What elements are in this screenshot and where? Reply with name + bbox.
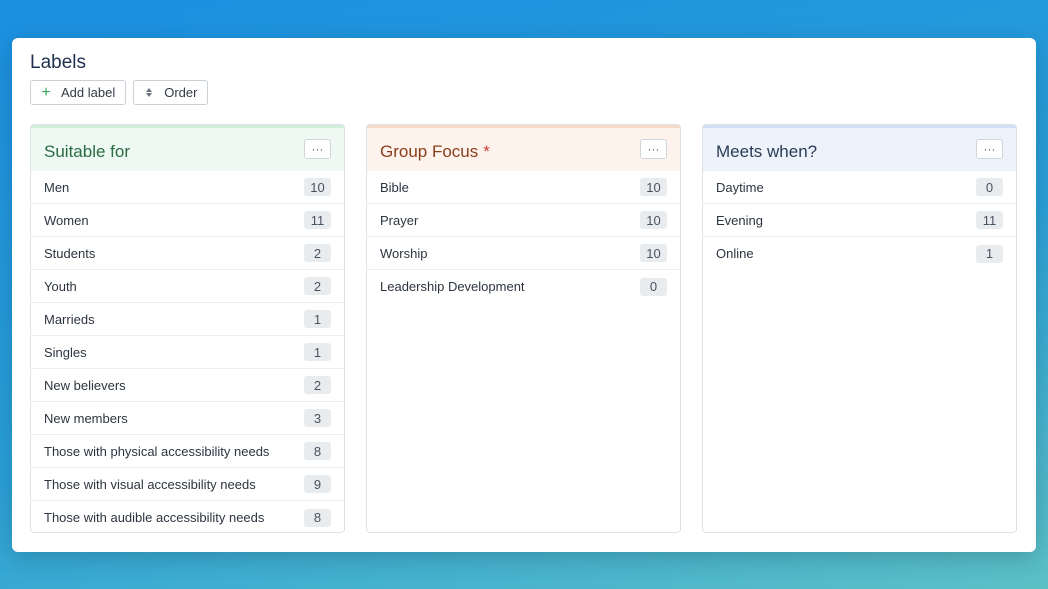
required-marker: *: [483, 142, 490, 161]
label-item-count-badge: 11: [304, 211, 331, 229]
label-item-name: Daytime: [716, 179, 764, 195]
more-horizontal-icon: ···: [647, 142, 660, 156]
label-item-name: Those with audible accessibility needs: [44, 510, 265, 525]
label-item[interactable]: Evening 11: [703, 204, 1016, 237]
label-item[interactable]: Singles 1: [31, 336, 344, 369]
label-group-title: Group Focus *: [380, 142, 490, 161]
more-horizontal-icon: ···: [983, 142, 996, 156]
toolbar: + Add label Order: [30, 80, 209, 105]
label-item[interactable]: Daytime 0: [703, 171, 1016, 204]
order-button[interactable]: Order: [133, 80, 209, 105]
label-group-meets-when: Meets when? ··· Daytime 0 Evening 11 Online 1: [702, 124, 1017, 533]
label-item[interactable]: Prayer 10: [367, 204, 680, 237]
label-item-count-badge: 8: [304, 442, 331, 460]
label-item-name: New believers: [44, 377, 126, 393]
label-item-name: Leadership Development: [380, 279, 525, 294]
label-item-name: Prayer: [380, 212, 419, 228]
label-item-count-badge: 3: [304, 409, 331, 427]
label-item-name: Those with physical accessibility needs: [44, 443, 270, 459]
order-button-label: Order: [164, 85, 198, 100]
label-item-count-badge: 11: [976, 211, 1003, 229]
label-list: Men 10 Women 11 Students 2 Youth 2 Marrieds 1 Sing…: [31, 171, 344, 532]
labels-panel: Labels + Add label Order Suitable for ··…: [12, 38, 1036, 552]
label-group-header: Group Focus * ···: [367, 125, 680, 171]
label-item-count-badge: 10: [304, 178, 331, 196]
label-group-title: Suitable for: [44, 142, 130, 161]
label-item[interactable]: Bible 10: [367, 171, 680, 204]
label-item-name: Students: [44, 245, 96, 261]
label-list: Bible 10 Prayer 10 Worship 10 Leadership Devel…: [367, 171, 680, 303]
label-group-header: Meets when? ···: [703, 125, 1016, 171]
add-label-button[interactable]: + Add label: [30, 80, 127, 105]
label-item[interactable]: New members 3: [31, 402, 344, 435]
label-item[interactable]: Youth 2: [31, 270, 344, 303]
label-item-count-badge: 10: [640, 211, 667, 229]
label-item-count-badge: 1: [304, 343, 331, 361]
label-item-count-badge: 10: [640, 178, 667, 196]
label-item-count-badge: 10: [640, 244, 667, 262]
label-item-name: Youth: [44, 278, 77, 294]
label-item-name: Those with visual accessibility needs: [44, 476, 256, 492]
more-horizontal-icon: ···: [311, 142, 324, 156]
label-item[interactable]: Men 10: [31, 171, 344, 204]
label-item-count-badge: 1: [304, 310, 331, 328]
label-item-count-badge: 2: [304, 277, 331, 295]
label-list: Daytime 0 Evening 11 Online 1: [703, 171, 1016, 270]
label-item-count-badge: 2: [304, 244, 331, 262]
label-group-group-focus: Group Focus * ··· Bible 10 Prayer 10 Worship 1…: [366, 124, 681, 533]
page-title: Labels: [30, 52, 86, 73]
label-item[interactable]: Marrieds 1: [31, 303, 344, 336]
more-options-button[interactable]: ···: [976, 139, 1003, 159]
label-item-name: Women: [44, 212, 89, 228]
label-item-count-badge: 2: [304, 376, 331, 394]
label-item-name: Marrieds: [44, 311, 95, 327]
label-item-name: Men: [44, 179, 70, 195]
label-item[interactable]: Worship 10: [367, 237, 680, 270]
label-item-count-badge: 9: [304, 475, 331, 493]
label-item-name: Bible: [380, 179, 409, 195]
label-item-name: New members: [44, 410, 128, 426]
label-item-count-badge: 8: [304, 508, 331, 527]
label-group-title: Meets when?: [716, 142, 818, 161]
label-item[interactable]: Students 2: [31, 237, 344, 270]
label-item-name: Online: [716, 246, 754, 261]
sort-icon: [142, 88, 156, 97]
plus-icon: +: [41, 83, 51, 101]
label-item-count-badge: 0: [976, 178, 1003, 196]
label-item[interactable]: New believers 2: [31, 369, 344, 402]
label-item[interactable]: Those with visual accessibility needs 9: [31, 468, 344, 501]
more-options-button[interactable]: ···: [304, 139, 331, 159]
label-item[interactable]: Those with audible accessibility needs 8: [31, 501, 344, 532]
more-options-button[interactable]: ···: [640, 139, 667, 159]
label-group-header: Suitable for ···: [31, 125, 344, 171]
label-item-count-badge: 0: [640, 277, 667, 296]
label-group-suitable-for: Suitable for ··· Men 10 Women 11 Students 2 Yo…: [30, 124, 345, 533]
label-item-name: Evening: [716, 212, 763, 228]
label-item-count-badge: 1: [976, 244, 1003, 263]
add-label-button-label: Add label: [61, 85, 116, 100]
label-item[interactable]: Those with physical accessibility needs 8: [31, 435, 344, 468]
label-item-name: Worship: [380, 245, 428, 261]
label-item[interactable]: Women 11: [31, 204, 344, 237]
label-item[interactable]: Online 1: [703, 237, 1016, 270]
label-item[interactable]: Leadership Development 0: [367, 270, 680, 303]
label-groups: Suitable for ··· Men 10 Women 11 Students 2 Yo…: [30, 124, 1017, 533]
label-item-name: Singles: [44, 344, 87, 360]
